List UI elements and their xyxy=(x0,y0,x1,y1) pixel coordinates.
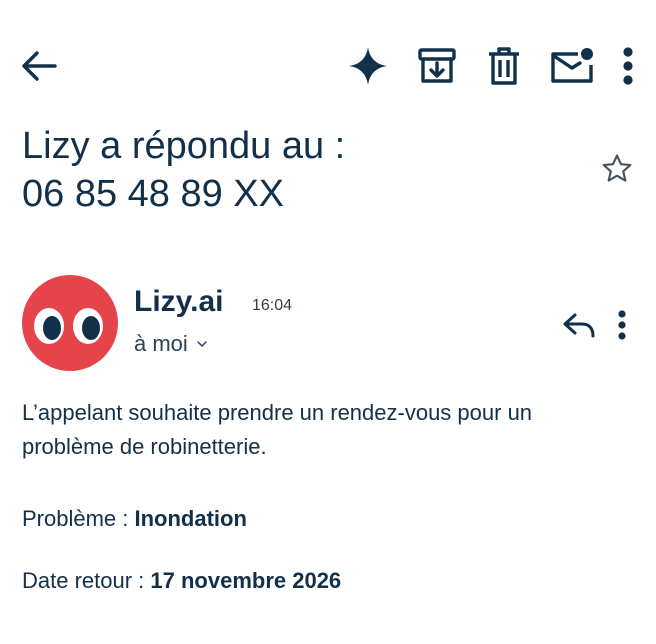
archive-button[interactable] xyxy=(412,42,462,90)
archive-icon xyxy=(418,48,456,83)
sparkle-icon xyxy=(349,47,387,85)
reply-icon xyxy=(563,313,595,338)
more-vertical-icon xyxy=(618,310,626,340)
back-button[interactable] xyxy=(14,44,64,88)
eyes-logo-icon xyxy=(34,308,103,344)
email-body: L’appelant souhaite prendre un rendez-vo… xyxy=(22,400,533,459)
delete-button[interactable] xyxy=(480,42,528,90)
trash-icon xyxy=(489,47,519,85)
mail-unread-icon xyxy=(551,48,593,83)
return-date-label: Date retour : xyxy=(22,568,151,593)
sender-name[interactable]: Lizy.ai xyxy=(134,282,223,322)
email-subject: Lizy a répondu au : 06 85 48 89 XX xyxy=(22,122,582,218)
problem-field: Problème : Inondation xyxy=(22,504,247,534)
return-date-field: Date retour : 17 novembre 2026 xyxy=(22,566,341,596)
problem-label: Problème : xyxy=(22,506,135,531)
reply-button[interactable] xyxy=(556,302,602,348)
arrow-left-icon xyxy=(22,51,57,81)
chevron-down-icon xyxy=(197,341,207,347)
mark-unread-button[interactable] xyxy=(546,40,600,90)
star-button[interactable] xyxy=(596,148,638,190)
top-toolbar xyxy=(0,0,656,130)
recipient-toggle[interactable]: à moi xyxy=(134,330,208,358)
recipient-label: à moi xyxy=(134,331,188,356)
star-outline-icon xyxy=(602,154,632,182)
subject-line-1: Lizy a répondu au : xyxy=(22,125,346,167)
subject-line-2: 06 85 48 89 XX xyxy=(22,173,284,215)
sender-avatar[interactable] xyxy=(22,275,118,371)
sent-time: 16:04 xyxy=(252,297,293,314)
more-options-button[interactable] xyxy=(610,42,646,90)
problem-value: Inondation xyxy=(134,506,247,531)
return-date-value: 17 novembre 2026 xyxy=(150,568,342,593)
more-vertical-icon xyxy=(623,47,633,85)
gemini-button[interactable] xyxy=(344,42,392,90)
message-more-button[interactable] xyxy=(606,302,638,348)
